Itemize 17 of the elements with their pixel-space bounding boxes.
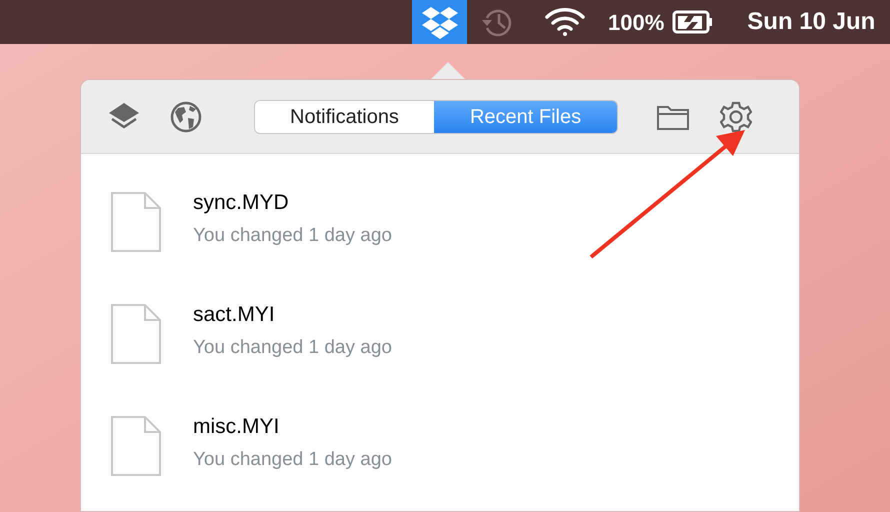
file-change-note: You changed 1 day ago xyxy=(193,448,392,472)
globe-icon[interactable] xyxy=(170,100,202,132)
file-name[interactable]: misc.MYI xyxy=(193,414,392,440)
file-icon xyxy=(111,192,161,252)
battery-charging-icon[interactable] xyxy=(672,10,714,34)
file-change-note: You changed 1 day ago xyxy=(193,224,392,248)
file-name[interactable]: sact.MYI xyxy=(193,302,392,328)
file-icon xyxy=(111,304,161,364)
wifi-icon[interactable] xyxy=(544,7,586,37)
file-name[interactable]: sync.MYD xyxy=(193,190,392,216)
file-icon xyxy=(111,416,161,476)
file-change-note: You changed 1 day ago xyxy=(193,336,392,360)
dropbox-menu-icon[interactable] xyxy=(412,0,467,44)
settings-icon[interactable] xyxy=(720,100,752,132)
battery-percent: 100% xyxy=(608,8,664,36)
tab[interactable]: Notifications xyxy=(255,100,434,132)
clock[interactable]: Sun 10 Jun xyxy=(747,4,876,40)
